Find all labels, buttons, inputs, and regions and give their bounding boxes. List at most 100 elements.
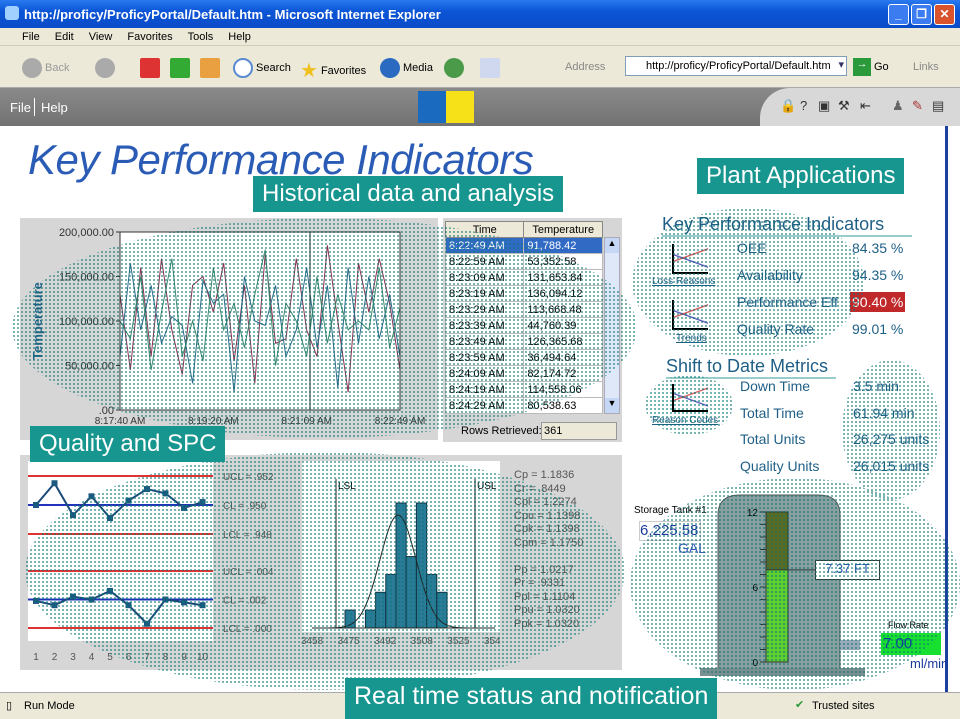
menu-view[interactable]: View bbox=[89, 31, 113, 43]
calculator-icon[interactable]: ▤ bbox=[932, 98, 944, 114]
scroll-up-icon[interactable]: ▲ bbox=[605, 238, 619, 253]
forward-button[interactable] bbox=[95, 58, 115, 78]
table-row[interactable]: 8:22:59 AM 53,352.58 bbox=[444, 253, 603, 270]
shift-metric-value: 3.5 min bbox=[853, 378, 899, 394]
home-button[interactable] bbox=[200, 58, 220, 78]
save-icon[interactable]: ▣ bbox=[818, 98, 830, 114]
close-button[interactable]: ✕ bbox=[934, 4, 955, 25]
control-chart[interactable]: UCL = .952 CL = .950 LCL = .948 UCL = .004 C… bbox=[20, 455, 290, 670]
shift-metrics-title: Shift to Date Metrics bbox=[666, 356, 836, 379]
logout-icon[interactable]: ⇤ bbox=[860, 98, 871, 114]
y-axis-label: Temperature bbox=[30, 282, 45, 360]
range-point bbox=[199, 602, 206, 609]
spc-x-tick-label: 6 bbox=[126, 652, 132, 663]
table-row[interactable]: 8:23:09 AM 131,653.84 bbox=[444, 269, 603, 286]
alarm-icon[interactable]: ✎ bbox=[912, 98, 923, 114]
favorites-button[interactable]: ★ Favorites bbox=[300, 58, 366, 83]
help-icon[interactable]: ? bbox=[800, 98, 807, 113]
table-row[interactable]: 8:23:19 AM 136,094.12 bbox=[444, 285, 603, 302]
xbar-point bbox=[162, 490, 169, 497]
address-label: Address bbox=[565, 61, 606, 73]
lock-icon[interactable]: 🔒 bbox=[780, 98, 796, 114]
callout-plant-applications: Plant Applications bbox=[697, 158, 905, 194]
back-arrow-icon bbox=[22, 58, 42, 78]
table-row[interactable]: 8:23:49 AM 126,365.68 bbox=[444, 333, 603, 350]
tank-level-readout: 7.37 FT bbox=[815, 560, 880, 580]
tank-volume: 6,225.58 bbox=[639, 521, 701, 541]
history-button[interactable] bbox=[444, 58, 464, 78]
tank-level-fill bbox=[765, 569, 789, 663]
scroll-down-icon[interactable]: ▼ bbox=[605, 398, 619, 413]
reason-codes-chart-icon[interactable] bbox=[672, 384, 708, 412]
histogram-bar bbox=[375, 591, 387, 629]
media-button[interactable]: Media bbox=[380, 58, 433, 78]
table-row[interactable]: 8:24:09 AM 82,174.72 bbox=[444, 365, 603, 382]
links-button[interactable]: Links bbox=[913, 61, 939, 73]
user-icon[interactable]: ♟ bbox=[892, 98, 904, 114]
flow-rate-value: 7.00 bbox=[881, 633, 941, 655]
dropdown-arrow-icon[interactable]: ▾ bbox=[838, 58, 844, 71]
histogram-chart[interactable]: LSL USL 3458 3475 3492 3508 3525 3542 bbox=[290, 455, 500, 670]
menu-edit[interactable]: Edit bbox=[55, 31, 74, 43]
minimize-button[interactable]: _ bbox=[888, 4, 909, 25]
ie-icon bbox=[5, 6, 19, 20]
cell-time: 8:23:09 AM bbox=[444, 269, 525, 286]
range-point bbox=[144, 620, 150, 627]
menu-tools[interactable]: Tools bbox=[188, 31, 214, 43]
portal-app-bar: File Help 🔒 ? ▣ ⚒ ⇤ ♟ ✎ ▤ bbox=[0, 88, 960, 126]
mail-button[interactable] bbox=[480, 58, 500, 78]
table-row[interactable]: 8:22:49 AM 91,788.42 bbox=[444, 237, 603, 254]
y-tick-label: 100,000.00 bbox=[59, 316, 114, 328]
home-icon bbox=[200, 58, 220, 78]
histogram-x-tick-label: 3475 bbox=[337, 636, 360, 647]
spc-x-tick-label: 2 bbox=[52, 652, 58, 663]
status-text: Run Mode bbox=[24, 700, 75, 712]
xbar-point bbox=[181, 504, 187, 511]
column-header-time[interactable]: Time bbox=[444, 221, 525, 238]
column-header-temperature[interactable]: Temperature bbox=[523, 221, 603, 238]
trends-chart-icon[interactable] bbox=[672, 300, 708, 330]
table-row[interactable]: 8:23:29 AM 113,668.48 bbox=[444, 301, 603, 318]
data-table-panel: Time Temperature 8:22:49 AM 91,788.42 8:22:… bbox=[443, 218, 622, 442]
maximize-button[interactable]: ❐ bbox=[911, 4, 932, 25]
table-row[interactable]: 8:24:19 AM 114,558.06 bbox=[444, 381, 603, 398]
cell-time: 8:24:09 AM bbox=[444, 365, 525, 382]
capability-stat: Cpm = 1.1750 bbox=[514, 536, 584, 549]
go-label: Go bbox=[874, 61, 889, 73]
address-input[interactable]: http://proficy/ProficyPortal/Default.htm… bbox=[625, 56, 847, 76]
menu-help[interactable]: Help bbox=[228, 31, 251, 43]
menu-favorites[interactable]: Favorites bbox=[127, 31, 172, 43]
table-row[interactable]: 8:24:29 AM 80,538.63 bbox=[444, 397, 603, 414]
cell-temperature: 91,788.42 bbox=[523, 237, 603, 254]
search-icon bbox=[233, 58, 253, 78]
cell-time: 8:22:49 AM bbox=[444, 237, 525, 254]
stop-button[interactable] bbox=[140, 58, 160, 78]
loss-reasons-chart-icon[interactable] bbox=[672, 244, 708, 274]
capability-stat: Pp = 1.0217 bbox=[514, 563, 574, 576]
refresh-button[interactable] bbox=[170, 58, 190, 78]
capability-stat: Ppk = 1.0320 bbox=[514, 617, 580, 630]
menu-file[interactable]: File bbox=[22, 31, 40, 43]
kpi-section-title: Key Performance Indicators bbox=[662, 214, 912, 237]
histogram-bar bbox=[344, 609, 356, 629]
search-button[interactable]: Search bbox=[233, 58, 291, 78]
reason-codes-link[interactable]: Reason Codes bbox=[652, 415, 718, 426]
portal-file-menu[interactable]: File bbox=[10, 100, 31, 115]
go-button[interactable]: → Go bbox=[853, 58, 889, 76]
loss-reasons-link[interactable]: Loss Reasons bbox=[652, 276, 715, 287]
trends-link[interactable]: Trends bbox=[676, 333, 707, 344]
table-row[interactable]: 8:23:59 AM 36,494.64 bbox=[444, 349, 603, 366]
table-scrollbar[interactable]: ▲ ▼ bbox=[604, 237, 620, 414]
trend-chart[interactable]: 200,000.00150,000.00100,000.0050,000.00.… bbox=[20, 218, 438, 440]
lcl-label: LCL = .948 bbox=[223, 530, 272, 541]
back-button[interactable]: Back bbox=[22, 58, 69, 78]
table-row[interactable]: 8:23:39 AM 44,760.39 bbox=[444, 317, 603, 334]
ucl-label: UCL = .952 bbox=[223, 472, 274, 483]
portal-help-menu[interactable]: Help bbox=[41, 100, 68, 115]
favorites-label: Favorites bbox=[320, 64, 367, 77]
tools-icon[interactable]: ⚒ bbox=[838, 98, 850, 114]
range-point bbox=[162, 596, 169, 603]
portal-tools-area: 🔒 ? ▣ ⚒ ⇤ ♟ ✎ ▤ bbox=[760, 88, 960, 126]
forward-arrow-icon bbox=[95, 58, 115, 78]
back-label: Back bbox=[45, 62, 70, 74]
